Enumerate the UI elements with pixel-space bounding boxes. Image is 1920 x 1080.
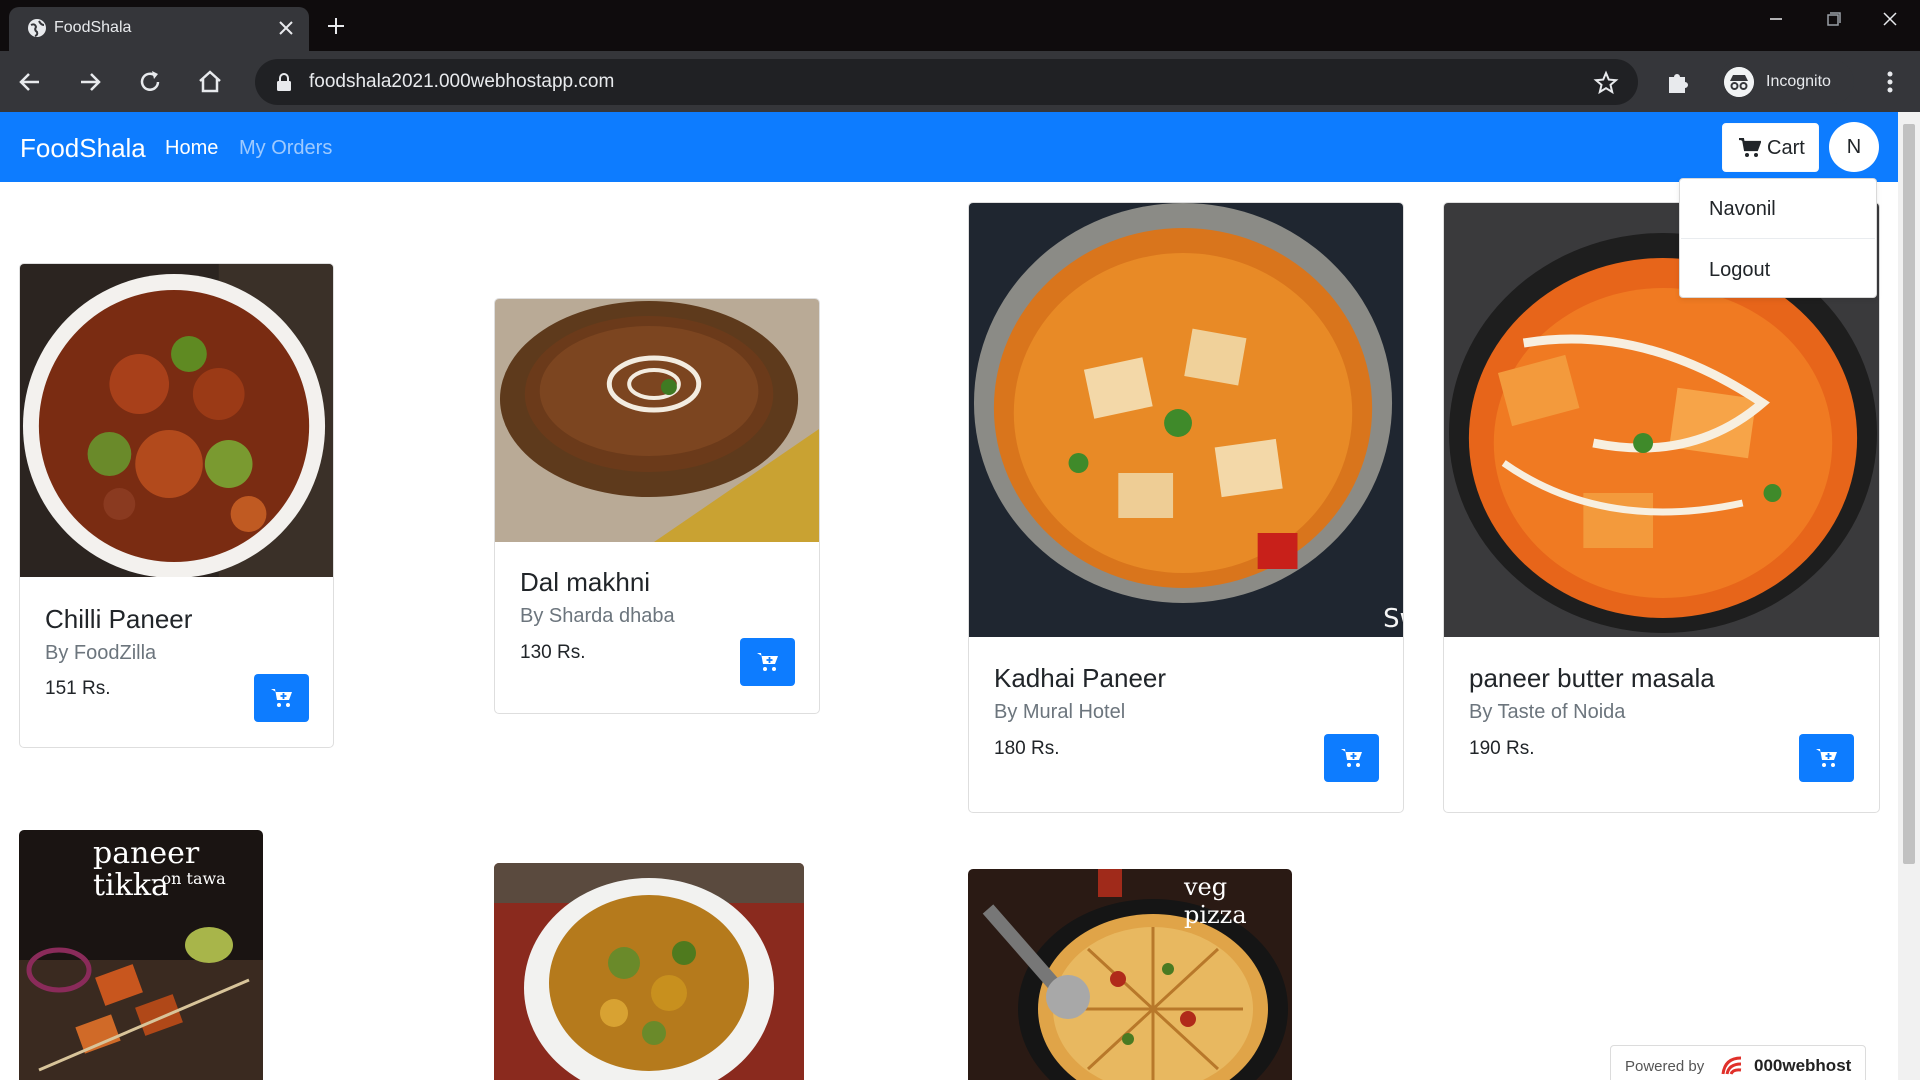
photo-caption-sub: - on tawa xyxy=(151,869,226,888)
minimize-icon[interactable] xyxy=(1756,6,1796,32)
product-card: Dal makhni By Sharda dhaba 130 Rs. xyxy=(494,298,820,714)
browser-menu-icon[interactable] xyxy=(1874,66,1906,98)
cart-icon xyxy=(1739,138,1761,157)
food-photo: paneer tikka - on tawa xyxy=(19,830,263,1080)
add-to-cart-button[interactable] xyxy=(740,638,795,686)
incognito-label: Incognito xyxy=(1766,73,1831,90)
powered-by-label: Powered by xyxy=(1625,1058,1705,1075)
incognito-profile-button[interactable]: Incognito xyxy=(1718,60,1854,104)
nav-link-home[interactable]: Home xyxy=(165,136,218,160)
site-navbar: FoodShala Home My Orders Cart N xyxy=(0,112,1898,182)
browser-toolbar: foodshala2021.000webhostapp.com Incognit… xyxy=(0,51,1920,112)
browser-tabstrip: FoodShala xyxy=(0,0,1920,51)
url-text: foodshala2021.000webhostapp.com xyxy=(309,71,615,92)
cart-plus-icon xyxy=(1341,749,1362,767)
hosting-badge[interactable]: Powered by 000webhost xyxy=(1610,1045,1866,1080)
browser-tab[interactable]: FoodShala xyxy=(9,7,309,51)
food-photo: veg pizza xyxy=(968,869,1292,1080)
cart-plus-icon xyxy=(271,689,292,707)
brand-logo[interactable]: FoodShala xyxy=(20,133,146,163)
webhost-brand: 000webhost xyxy=(1754,1056,1852,1075)
forward-icon[interactable] xyxy=(74,66,106,98)
dropdown-divider xyxy=(1681,238,1875,239)
tab-title: FoodShala xyxy=(54,19,132,36)
add-to-cart-button[interactable] xyxy=(1799,734,1854,782)
incognito-icon xyxy=(1724,67,1754,97)
back-icon[interactable] xyxy=(14,66,46,98)
dropdown-item-logout[interactable]: Logout xyxy=(1709,258,1770,282)
cart-plus-icon xyxy=(1816,749,1837,767)
extensions-puzzle-icon[interactable] xyxy=(1663,66,1695,98)
cart-label: Cart xyxy=(1767,137,1805,159)
bookmark-star-icon[interactable] xyxy=(1593,70,1619,96)
new-tab-icon[interactable] xyxy=(322,12,350,40)
window-close-icon[interactable] xyxy=(1870,6,1910,32)
nav-link-my-orders[interactable]: My Orders xyxy=(239,136,332,160)
cart-plus-icon xyxy=(757,653,778,671)
photo-watermark: Sw xyxy=(1383,604,1403,634)
restaurant-name: By Taste of Noida xyxy=(1469,701,1626,723)
product-name: paneer butter masala xyxy=(1469,663,1715,693)
cart-button[interactable]: Cart xyxy=(1722,123,1819,172)
product-name: Dal makhni xyxy=(520,567,651,597)
product-name: Chilli Paneer xyxy=(45,604,193,634)
food-photo: Sw xyxy=(969,203,1403,637)
restaurant-name: By Mural Hotel xyxy=(994,701,1126,723)
address-bar[interactable]: foodshala2021.000webhostapp.com xyxy=(255,59,1638,105)
food-photo xyxy=(495,299,819,542)
page-scrollbar[interactable] xyxy=(1898,112,1920,1080)
dropdown-item-username[interactable]: Navonil xyxy=(1709,197,1776,221)
product-name: Kadhai Paneer xyxy=(994,663,1167,693)
reload-icon[interactable] xyxy=(134,66,166,98)
restore-icon[interactable] xyxy=(1813,6,1853,32)
home-icon[interactable] xyxy=(194,66,226,98)
product-price: 130 Rs. xyxy=(520,642,586,663)
web-page: FoodShala Home My Orders Cart N Navonil … xyxy=(0,112,1898,1080)
scrollbar-thumb[interactable] xyxy=(1903,124,1915,864)
globe-icon xyxy=(28,19,46,37)
add-to-cart-button[interactable] xyxy=(254,674,309,722)
restaurant-name: By Sharda dhaba xyxy=(520,605,675,627)
product-price: 151 Rs. xyxy=(45,678,111,699)
product-card: Sw Kadhai Paneer By Mural Hotel 180 Rs. xyxy=(968,202,1404,813)
webhost-logo-icon xyxy=(1721,1056,1742,1075)
user-dropdown-menu: Navonil Logout xyxy=(1679,178,1877,298)
add-to-cart-button[interactable] xyxy=(1324,734,1379,782)
food-photo xyxy=(20,264,333,577)
close-icon[interactable] xyxy=(274,16,298,40)
product-price: 190 Rs. xyxy=(1469,738,1535,759)
lock-icon xyxy=(277,73,291,91)
food-photo xyxy=(494,863,804,1080)
user-avatar-button[interactable]: N xyxy=(1829,122,1879,172)
product-card: Chilli Paneer By FoodZilla 151 Rs. xyxy=(19,263,334,748)
restaurant-name: By FoodZilla xyxy=(45,642,157,664)
photo-caption: veg pizza xyxy=(1184,873,1247,929)
product-price: 180 Rs. xyxy=(994,738,1060,759)
